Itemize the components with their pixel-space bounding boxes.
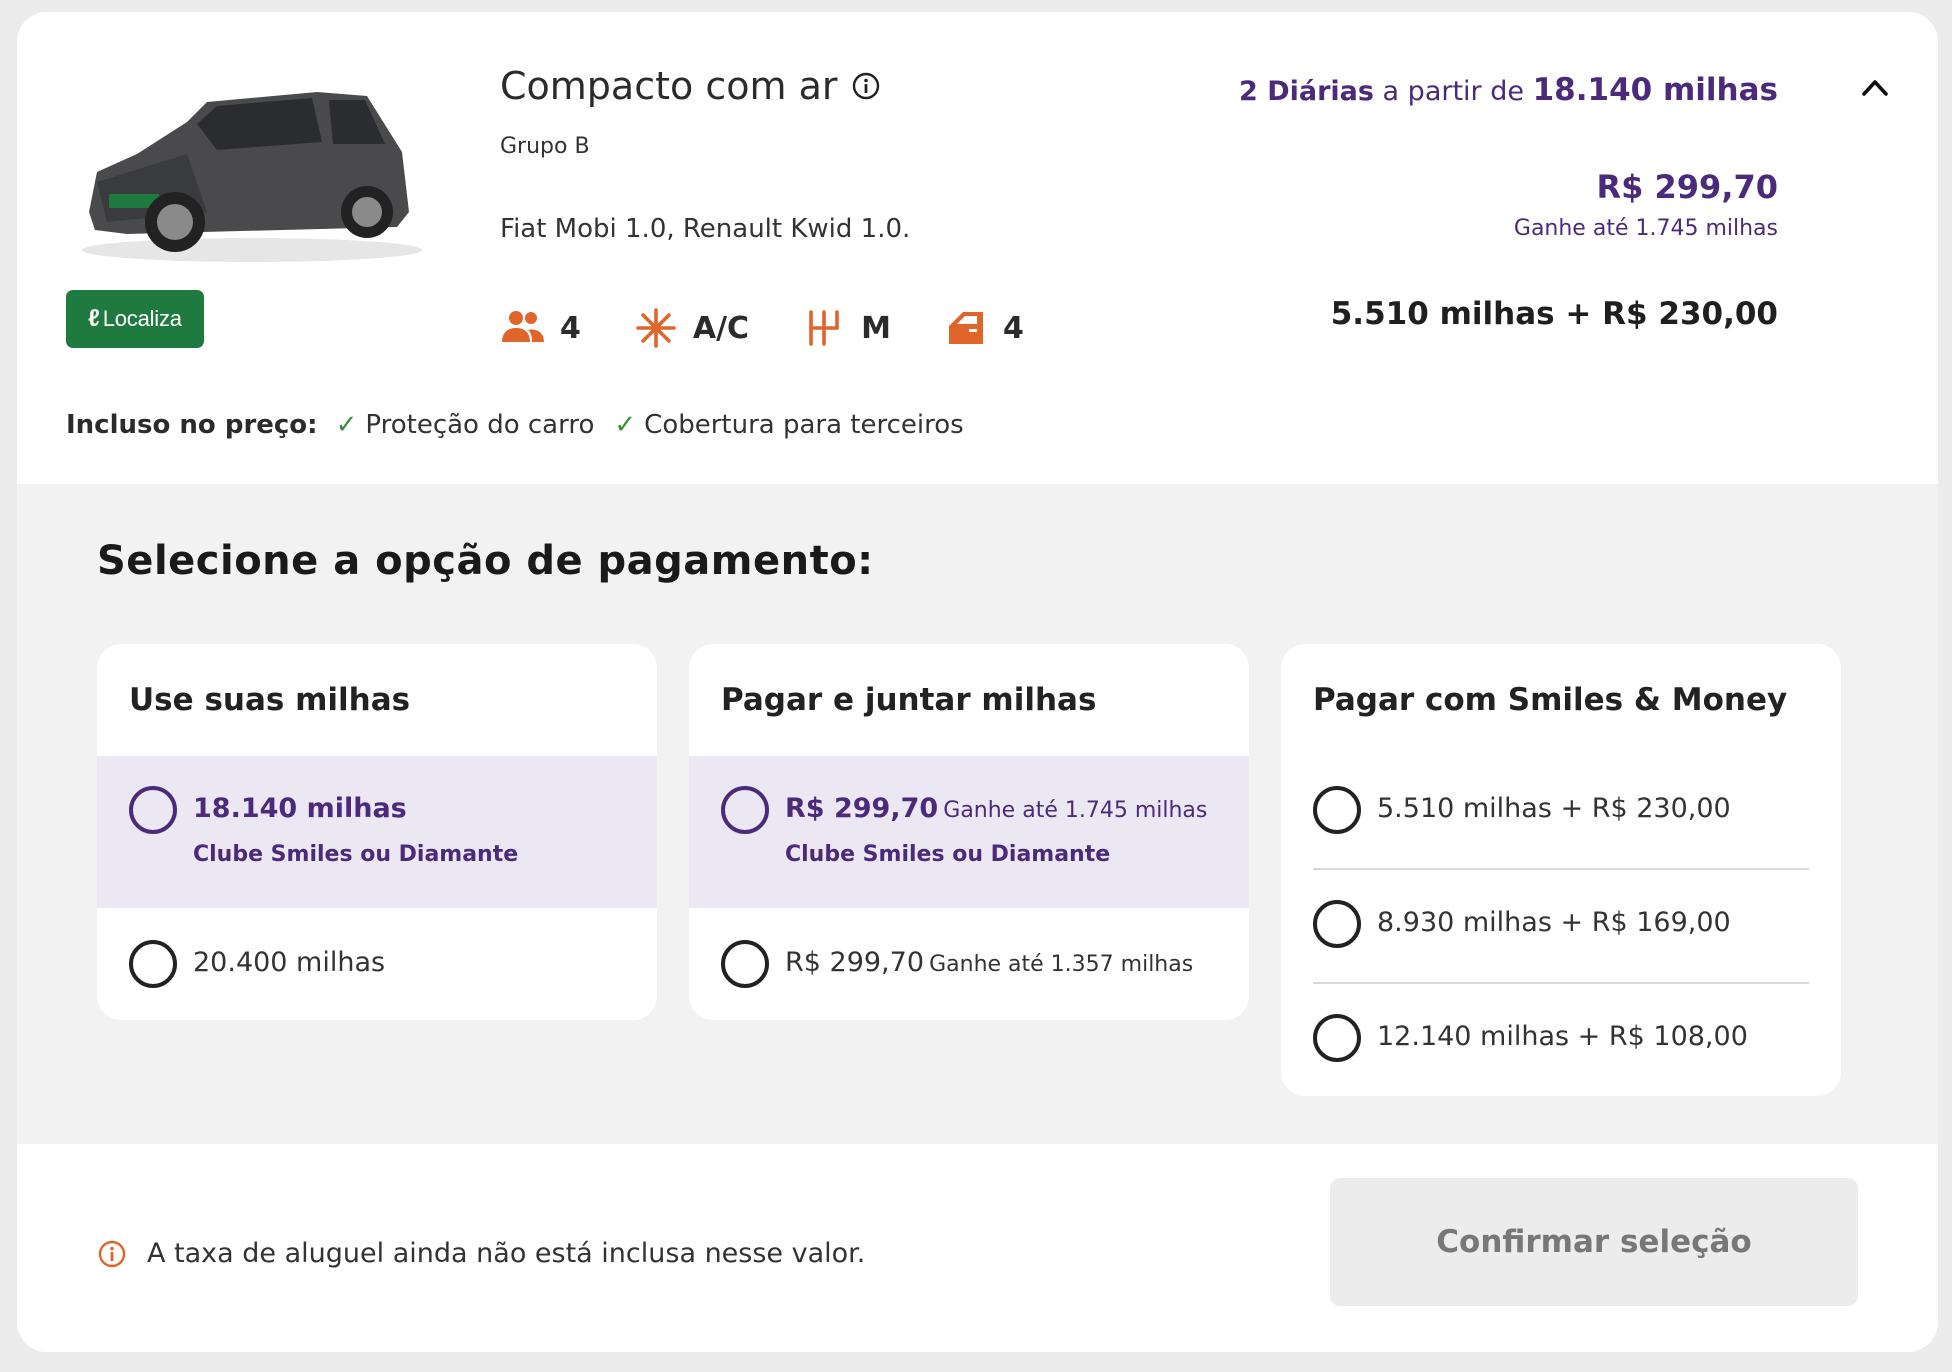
choice-main: 8.930 milhas + R$ 169,00 <box>1377 907 1731 938</box>
offer-summary: ℓ Localiza Compacto com ar Grupo B Fiat … <box>17 12 1938 484</box>
choice-main: 18.140 milhas <box>193 793 407 824</box>
payment-choice-row[interactable]: 20.400 milhas <box>97 908 657 1020</box>
payment-option-smiles-money: Pagar com Smiles & Money 5.510 milhas + … <box>1281 644 1841 1096</box>
choice-main: 5.510 milhas + R$ 230,00 <box>1377 793 1731 824</box>
included-item: ✓ Cobertura para terceiros <box>614 410 963 440</box>
footer-bar: A taxa de aluguel ainda não está inclusa… <box>17 1144 1938 1352</box>
choice-earn: Ganhe até 1.745 milhas <box>943 798 1208 823</box>
spec-air-conditioning: A/C <box>633 308 749 348</box>
from-text: a partir de <box>1382 76 1524 107</box>
car-image <box>82 92 422 262</box>
title-row: Compacto com ar <box>500 64 881 108</box>
choice-main: R$ 299,70 <box>785 947 924 978</box>
info-icon <box>98 1240 126 1267</box>
info-icon[interactable] <box>851 71 881 101</box>
included-item: ✓ Proteção do carro <box>336 410 595 440</box>
choice-sub: Clube Smiles ou Diamante <box>193 842 519 867</box>
price-from-summary: 2 Diárias a partir de 18.140 milhas <box>1239 72 1778 108</box>
vehicle-group: Grupo B <box>500 134 590 159</box>
confirm-selection-button[interactable]: Confirmar seleção <box>1330 1178 1858 1306</box>
vehicle-specs: 4 A/C M 4 <box>500 308 1076 348</box>
payment-choice-row[interactable]: 8.930 milhas + R$ 169,00 <box>1281 870 1841 982</box>
choice-text: 12.140 milhas + R$ 108,00 <box>1377 1014 1748 1052</box>
car-door-icon <box>948 312 983 344</box>
payment-section: Selecione a opção de pagamento: Use suas… <box>17 484 1938 1144</box>
choice-text: 8.930 milhas + R$ 169,00 <box>1377 900 1731 938</box>
localiza-leaf-icon: ℓ <box>88 305 100 332</box>
spec-passengers-value: 4 <box>560 310 581 346</box>
payment-option-title: Pagar com Smiles & Money <box>1313 682 1788 718</box>
choice-text: R$ 299,70 Ganhe até 1.745 milhas Clube S… <box>785 786 1207 867</box>
earn-miles-text: Ganhe até 1.745 milhas <box>1513 216 1778 241</box>
included-in-price: Incluso no preço: ✓ Proteção do carro ✓ … <box>66 410 984 440</box>
spec-air-conditioning-value: A/C <box>692 310 750 346</box>
choice-earn: Ganhe até 1.357 milhas <box>929 952 1194 977</box>
payment-option-pay-and-earn: Pagar e juntar milhas R$ 299,70 Ganhe at… <box>689 644 1249 1020</box>
vehicle-models: Fiat Mobi 1.0, Renault Kwid 1.0. <box>500 214 911 244</box>
payment-choice-row[interactable]: 12.140 milhas + R$ 108,00 <box>1281 984 1841 1096</box>
spec-doors-value: 4 <box>1002 310 1024 346</box>
choice-main: 12.140 milhas + R$ 108,00 <box>1377 1021 1748 1052</box>
choice-text: 18.140 milhas Clube Smiles ou Diamante <box>193 786 518 867</box>
car-offer-card: ℓ Localiza Compacto com ar Grupo B Fiat … <box>17 12 1938 1352</box>
manual-transmission-icon <box>809 310 839 346</box>
brand-name: Localiza <box>102 306 182 331</box>
payment-choice-row[interactable]: R$ 299,70 Ganhe até 1.357 milhas <box>689 908 1249 1020</box>
choice-main: R$ 299,70 <box>785 793 939 824</box>
rental-days: 2 Diárias <box>1239 76 1374 107</box>
payment-choice-row[interactable]: R$ 299,70 Ganhe até 1.745 milhas Clube S… <box>689 756 1249 908</box>
payment-choice-row[interactable]: 18.140 milhas Clube Smiles ou Diamante <box>97 756 657 908</box>
included-item-label: Cobertura para terceiros <box>644 410 964 440</box>
check-icon: ✓ <box>335 410 358 440</box>
payment-option-miles: Use suas milhas 18.140 milhas Clube Smil… <box>97 644 657 1020</box>
choice-main-line: R$ 299,70 Ganhe até 1.357 milhas <box>785 947 1193 978</box>
cash-price: R$ 299,70 <box>1596 168 1778 206</box>
passengers-icon <box>502 311 544 342</box>
radio-button[interactable] <box>721 940 769 988</box>
mixed-price: 5.510 milhas + R$ 230,00 <box>1330 296 1778 332</box>
included-label: Incluso no preço: <box>66 410 318 440</box>
choice-text: 20.400 milhas <box>193 940 385 978</box>
air-conditioning-icon <box>636 308 676 348</box>
check-icon: ✓ <box>614 410 637 440</box>
choice-text: 5.510 milhas + R$ 230,00 <box>1377 786 1731 824</box>
choice-main-line: R$ 299,70 Ganhe até 1.745 milhas <box>785 793 1207 824</box>
spec-transmission: M <box>801 308 891 348</box>
payment-option-title: Use suas milhas <box>129 682 411 718</box>
spec-transmission-value: M <box>861 310 891 346</box>
rental-fee-notice: A taxa de aluguel ainda não está inclusa… <box>97 1238 865 1269</box>
chevron-up-icon[interactable] <box>1860 76 1890 98</box>
choice-text: R$ 299,70 Ganhe até 1.357 milhas <box>785 940 1193 978</box>
spec-doors: 4 <box>943 308 1024 348</box>
spec-passengers: 4 <box>500 308 581 348</box>
payment-choice-row[interactable]: 5.510 milhas + R$ 230,00 <box>1281 756 1841 868</box>
radio-button[interactable] <box>721 786 769 834</box>
radio-button[interactable] <box>129 786 177 834</box>
payment-option-title: Pagar e juntar milhas <box>721 682 1097 718</box>
localiza-logo: ℓ Localiza <box>66 290 204 348</box>
from-miles: 18.140 milhas <box>1532 72 1778 108</box>
choice-main: 20.400 milhas <box>193 947 386 978</box>
radio-button[interactable] <box>1313 1014 1361 1062</box>
vehicle-category-title: Compacto com ar <box>500 64 838 108</box>
payment-section-title: Selecione a opção de pagamento: <box>97 538 874 584</box>
choice-sub: Clube Smiles ou Diamante <box>785 842 1111 867</box>
radio-button[interactable] <box>129 940 177 988</box>
notice-text: A taxa de aluguel ainda não está inclusa… <box>147 1238 866 1269</box>
radio-button[interactable] <box>1313 900 1361 948</box>
included-item-label: Proteção do carro <box>365 410 595 440</box>
radio-button[interactable] <box>1313 786 1361 834</box>
